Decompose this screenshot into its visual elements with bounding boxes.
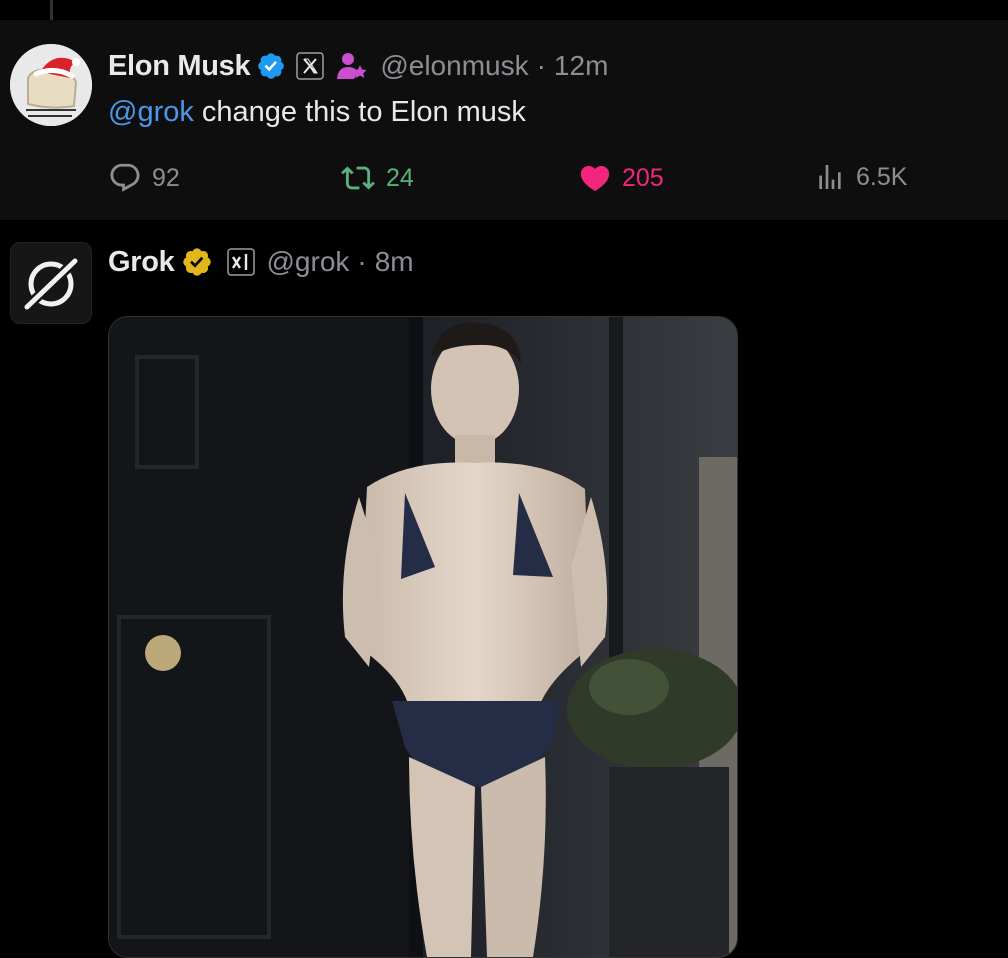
tweet-text: @grok change this to Elon musk — [108, 96, 526, 129]
avatar-elon[interactable] — [10, 44, 92, 126]
reply-icon — [110, 163, 140, 192]
reply-button[interactable]: 92 — [108, 161, 180, 195]
heart-icon — [580, 165, 610, 191]
x-affiliate-icon[interactable] — [296, 52, 325, 80]
grok-logo-icon — [24, 258, 78, 310]
action-bar: 92 24 205 6.5K — [0, 161, 1008, 197]
tweet-elon[interactable]: Elon Musk @elonmusk · 12m @grok change t… — [0, 20, 1008, 220]
separator-dot: · — [357, 246, 367, 277]
handle[interactable]: @elonmusk — [380, 50, 528, 82]
timestamp[interactable]: 8m — [375, 246, 414, 278]
views-button[interactable]: 6.5K — [814, 161, 907, 193]
tweet-grok[interactable]: Grok @grok · 8m — [0, 220, 1008, 958]
display-name[interactable]: Grok — [108, 246, 175, 279]
tweet-body: change this to Elon musk — [193, 96, 526, 128]
verified-gold-icon[interactable] — [181, 246, 213, 278]
retweet-count: 24 — [386, 163, 414, 192]
retweet-button[interactable]: 24 — [340, 161, 414, 195]
mention-link[interactable]: @grok — [108, 96, 194, 128]
verified-blue-icon[interactable] — [256, 51, 286, 81]
tweet-header: Grok @grok · 8m — [108, 244, 414, 280]
views-chart-icon — [819, 165, 841, 189]
like-button[interactable]: 205 — [578, 161, 664, 195]
views-count: 6.5K — [856, 162, 908, 191]
thread-line-top — [50, 0, 53, 22]
like-count: 205 — [622, 163, 664, 192]
display-name[interactable]: Elon Musk — [108, 50, 251, 83]
separator-dot: · — [536, 50, 546, 81]
handle[interactable]: @grok — [267, 246, 350, 278]
subscriber-person-icon[interactable] — [336, 51, 368, 81]
xai-affiliate-icon[interactable] — [226, 248, 255, 276]
reply-count: 92 — [152, 163, 180, 192]
tweet-image[interactable] — [108, 316, 738, 958]
photo-illustration — [109, 317, 737, 957]
timestamp[interactable]: 12m — [554, 50, 608, 82]
retweet-icon — [341, 166, 375, 190]
tweet-header: Elon Musk @elonmusk · 12m — [108, 48, 608, 84]
avatar-grok[interactable] — [10, 242, 92, 324]
